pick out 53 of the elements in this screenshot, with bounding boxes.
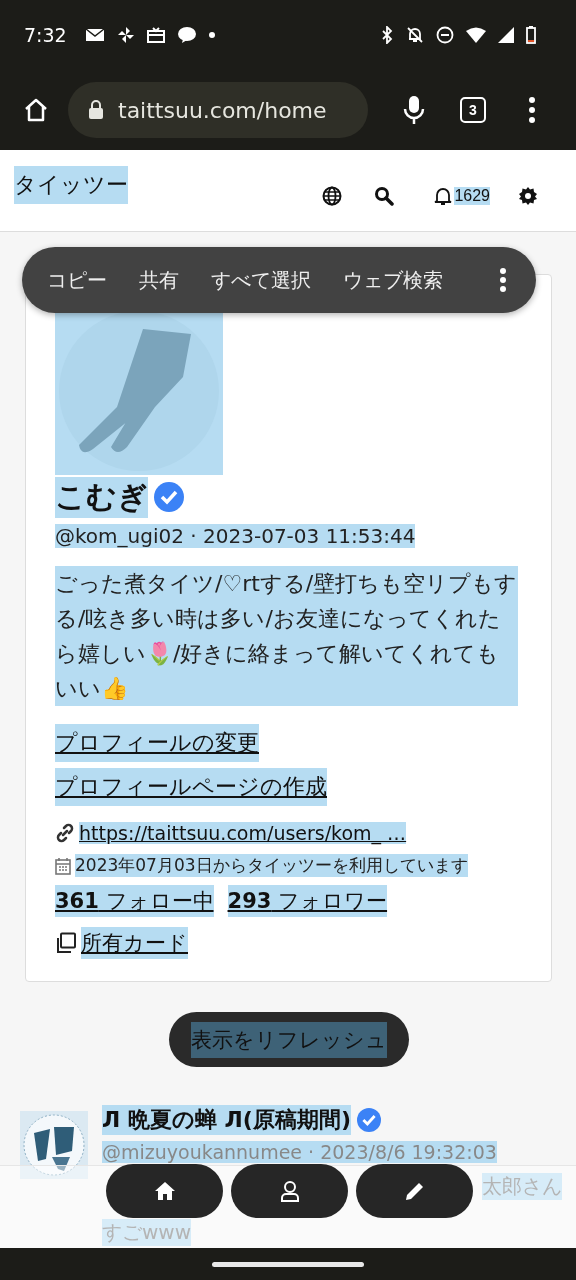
menu-item[interactable]: すべて選択 [200,266,322,294]
calendar-icon [55,856,71,875]
pencil-icon [403,1180,426,1202]
more-icon [499,268,507,292]
address-bar[interactable]: taittsuu.com/home [68,82,368,138]
bell-off-icon [406,26,424,44]
compose-button[interactable] [356,1164,473,1218]
profile-url-link[interactable]: https://taittsuu.com/users/kom_ … [79,822,407,844]
home-tab-button[interactable] [106,1164,223,1218]
profile-name: こむぎ [55,477,148,518]
profile-tab-button[interactable] [231,1164,348,1218]
post-text: 太郎さん [482,1173,562,1200]
profile-link[interactable]: プロフィールページの作成 [55,768,327,806]
menu-item[interactable]: ウェブ検索 [332,266,454,294]
globe-icon [322,186,343,206]
do-not-disturb-icon [436,26,454,44]
joined-date: 2023年07月03日からタイッツーを利用しています [75,854,468,877]
cards-icon [55,932,77,954]
user-icon [279,1180,300,1202]
menu-item[interactable]: コピー [36,266,118,294]
clock: 7:32 [24,24,67,46]
post-text: すごwww [102,1219,192,1246]
post-author: Л 晩夏の蝉 Л(原稿期間) [102,1105,351,1135]
handle-and-date: @kom_ugi02 · 2023-07-03 11:53:44 [55,524,416,548]
following-link[interactable]: 361 フォロー中 [55,885,214,917]
bluetooth-icon [380,26,394,44]
link-icon [55,823,75,843]
dot-icon [208,32,215,38]
owned-cards-link[interactable]: 所有カード [81,927,188,959]
menu-item[interactable]: 共有 [128,266,190,294]
settings-icon [518,186,538,206]
bell-icon [434,186,453,206]
url-text: taittsuu.com/home [118,97,327,123]
signal-icon [498,27,514,43]
battery-icon [526,26,536,44]
profile-bio: ごった煮タイツ/♡rtする/壁打ちも空リプもする/呟き多い時は多い/お友達になってくれたら嬉しい🌷/好きに絡まって解いてくれてもいい👍 [55,566,518,706]
post-handle-and-date: @mizuyoukannumee · 2023/8/6 19:32:03 [102,1141,497,1163]
home-icon [153,1181,176,1201]
mail-icon [84,27,105,43]
chat-bubble-icon [176,26,197,44]
wifi-icon [466,27,486,43]
followers-link[interactable]: 293 フォロワー [227,885,388,917]
gift-icon [146,27,165,43]
lock-icon [88,100,104,120]
search-icon [374,186,395,206]
home-gesture-bar[interactable] [212,1261,364,1267]
profile-link[interactable]: プロフィールの変更 [55,724,259,762]
site-logo[interactable]: タイッツー [14,166,128,204]
tab-count-button[interactable]: 3 [460,97,486,123]
pinwheel-icon [116,26,135,44]
microphone-icon [402,95,426,125]
menu-icon [528,97,536,123]
notifications-button[interactable]: 1629 [410,162,502,230]
